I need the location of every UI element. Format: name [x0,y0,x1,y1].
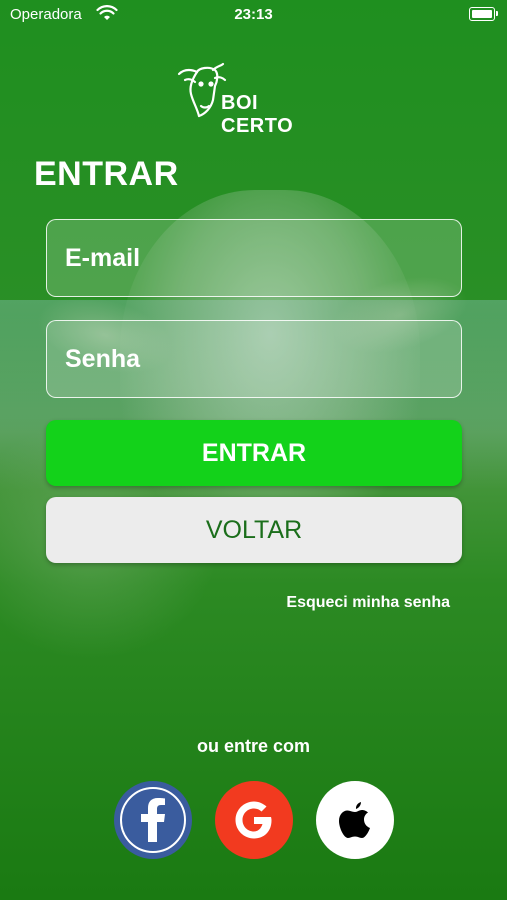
password-input[interactable] [63,343,461,375]
status-bar: Operadora 23:13 [0,0,507,30]
apple-icon [339,802,370,838]
google-login-button[interactable] [215,781,293,859]
app-logo: BOI CERTO [175,60,335,137]
forgot-password-link[interactable]: Esqueci minha senha [286,594,450,612]
battery-tip [496,11,498,16]
logo-text: BOI CERTO [221,92,294,137]
page-title: ENTRAR [34,155,179,193]
back-button[interactable]: VOLTAR [46,497,462,563]
login-screen: Operadora 23:13 BOI CERTO ENTRAR E-mail … [0,0,507,900]
clock: 23:13 [234,6,273,23]
battery-fill [472,10,492,18]
enter-button[interactable]: ENTRAR [46,420,462,486]
facebook-login-button[interactable] [114,781,192,859]
social-login-heading: ou entre com [196,736,311,756]
email-input[interactable] [63,242,461,274]
battery-icon [469,7,498,21]
google-icon [235,801,272,839]
password-field[interactable] [46,320,462,398]
apple-login-button[interactable] [316,781,394,859]
email-field[interactable] [46,219,462,297]
facebook-ring [120,787,186,853]
